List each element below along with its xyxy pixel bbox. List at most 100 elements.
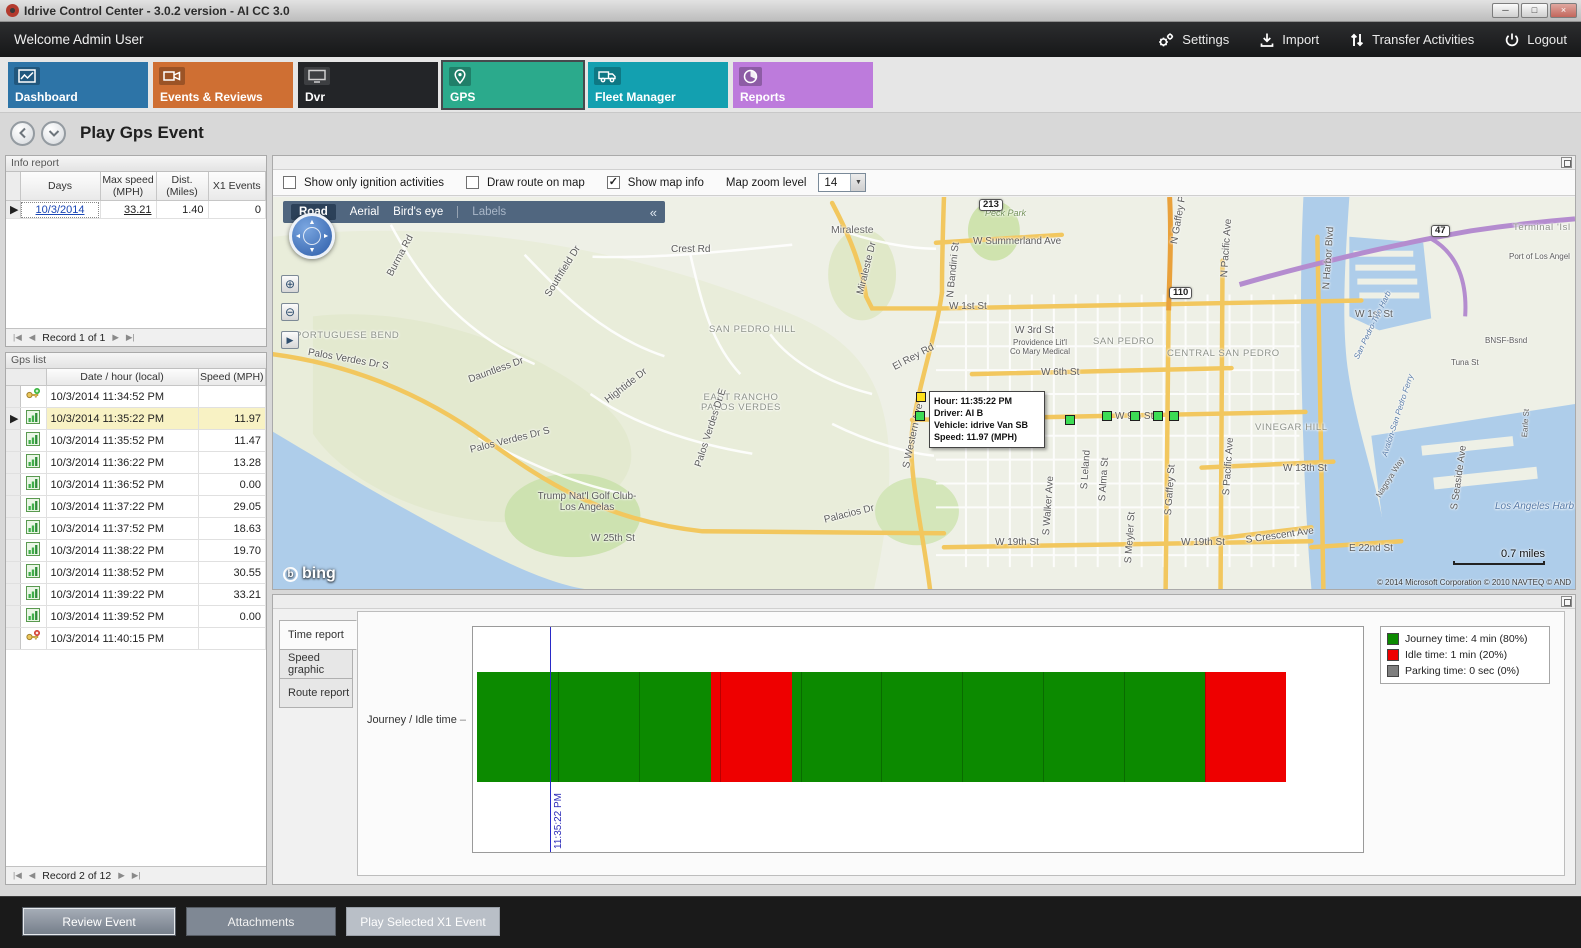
speed-cell: 29.05 [198, 496, 266, 518]
map-panel: Show only ignition activities Draw route… [272, 155, 1576, 590]
transfer-activities-button[interactable]: Transfer Activities [1349, 32, 1474, 48]
pan-down-icon[interactable]: ▲ [309, 246, 316, 253]
map-compass-control[interactable]: ▲ ▲ ▲ ▲ [289, 213, 335, 259]
column-header[interactable]: Speed (MPH) [198, 369, 266, 386]
row-indicator-header [6, 369, 46, 386]
logout-button[interactable]: Logout [1504, 32, 1567, 48]
tab-time-report[interactable]: Time report [279, 620, 357, 650]
tab-gps[interactable]: GPS [443, 62, 583, 108]
pager-first-button[interactable]: |◀ [13, 332, 22, 343]
table-row[interactable]: 10/3/2014 11:38:52 PM30.55 [6, 562, 266, 584]
gps-marker[interactable] [915, 411, 925, 421]
map-label: PORTUGUESE BEND [295, 331, 399, 341]
pager-next-button[interactable]: ▶ [118, 870, 125, 881]
date-cell: 10/3/2014 11:39:52 PM [46, 606, 198, 628]
tab-dashboard[interactable]: Dashboard [8, 62, 148, 108]
pan-right-icon[interactable]: ▲ [322, 233, 329, 240]
table-row[interactable]: 10/3/2014 11:35:52 PM11.47 [6, 430, 266, 452]
map-zoom-select[interactable]: 14 ▼ [818, 173, 866, 192]
video-camera-icon [159, 67, 185, 85]
pager-prev-button[interactable]: ◀ [29, 332, 36, 343]
column-header[interactable]: Date / hour (local) [46, 369, 198, 386]
zoom-in-button[interactable]: ⊕ [281, 275, 299, 293]
table-row[interactable]: ▶10/3/2014 11:35:22 PM11.97 [6, 408, 266, 430]
pager-last-button[interactable]: ▶| [126, 332, 135, 343]
tab-speed-graphic[interactable]: Speed graphic [279, 649, 353, 679]
collapse-down-button[interactable] [41, 121, 66, 146]
bar-sample-divider [962, 672, 963, 782]
table-row[interactable]: 10/3/2014 11:37:52 PM18.63 [6, 518, 266, 540]
column-header[interactable]: Days [20, 172, 100, 201]
map-label: W 19th St [995, 537, 1039, 548]
pager-next-button[interactable]: ▶ [112, 332, 119, 343]
tile-label: Reports [740, 90, 785, 104]
route-shield: 213 [979, 199, 1003, 211]
gps-marker[interactable] [1065, 415, 1075, 425]
day-link[interactable]: 10/3/2014 [20, 201, 100, 219]
gps-marker[interactable] [1169, 411, 1179, 421]
map-canvas[interactable]: MiralestePeck ParkW Summerland AveCrest … [273, 197, 1575, 589]
scale-bar [1453, 561, 1545, 565]
gps-marker[interactable] [1130, 411, 1140, 421]
back-button[interactable] [10, 121, 35, 146]
close-button[interactable]: × [1550, 3, 1577, 18]
row-indicator [6, 540, 20, 562]
pan-left-icon[interactable]: ▲ [295, 233, 302, 240]
tab-fleet-manager[interactable]: Fleet Manager [588, 62, 728, 108]
pager-text: Record 1 of 1 [42, 332, 105, 344]
gps-marker[interactable] [1153, 411, 1163, 421]
draw-route-checkbox[interactable] [466, 176, 479, 189]
attachments-button[interactable]: Attachments [186, 907, 336, 936]
pager-last-button[interactable]: ▶| [132, 870, 141, 881]
map-mode-aerial[interactable]: Aerial [350, 206, 379, 218]
import-button[interactable]: Import [1259, 32, 1319, 48]
map-mode-labels[interactable]: Labels [472, 206, 506, 218]
panel-collapse-button[interactable] [1561, 596, 1572, 607]
minimize-button[interactable]: ─ [1492, 3, 1519, 18]
chart-panel-strip [273, 595, 1575, 609]
selected-gps-marker[interactable] [916, 392, 926, 402]
panel-collapse-button[interactable] [1561, 157, 1572, 168]
column-header[interactable]: Max speed (MPH) [100, 172, 156, 201]
review-event-button[interactable]: Review Event [22, 907, 176, 936]
expand-panel-button[interactable]: ▶ [281, 331, 299, 349]
table-row[interactable]: 10/3/2014 11:37:22 PM29.05 [6, 496, 266, 518]
pager-first-button[interactable]: |◀ [13, 870, 22, 881]
column-header[interactable]: X1 Events [208, 172, 266, 201]
ignition-only-checkbox[interactable] [283, 176, 296, 189]
tile-label: GPS [450, 90, 475, 104]
speed-cell: 30.55 [198, 562, 266, 584]
gps-marker[interactable] [1102, 411, 1112, 421]
chart-cursor[interactable] [550, 627, 551, 852]
map-mode-birdseye[interactable]: Bird's eye [393, 206, 443, 218]
mode-bar-collapse-icon[interactable]: « [650, 205, 657, 220]
tab-events-reviews[interactable]: Events & Reviews [153, 62, 293, 108]
table-row[interactable]: ▶ 10/3/2014 33.21 1.40 0 [6, 201, 266, 219]
pan-up-icon[interactable]: ▲ [309, 219, 316, 226]
map-label: VINEGAR HILL [1255, 423, 1328, 433]
show-map-info-checkbox[interactable] [607, 176, 620, 189]
tile-label: Dashboard [15, 90, 78, 104]
truck-icon [594, 67, 621, 85]
column-header[interactable]: Dist. (Miles) [156, 172, 208, 201]
table-row[interactable]: 10/3/2014 11:36:22 PM13.28 [6, 452, 266, 474]
panel-caption: Gps list [6, 353, 266, 369]
settings-button[interactable]: Settings [1157, 32, 1229, 48]
table-row[interactable]: 10/3/2014 11:36:52 PM0.00 [6, 474, 266, 496]
table-row[interactable]: 10/3/2014 11:40:15 PM [6, 628, 266, 650]
table-row[interactable]: 10/3/2014 11:34:52 PM [6, 386, 266, 408]
row-indicator [6, 562, 20, 584]
pager-prev-button[interactable]: ◀ [29, 870, 36, 881]
date-cell: 10/3/2014 11:39:22 PM [46, 584, 198, 606]
table-row[interactable]: 10/3/2014 11:38:22 PM19.70 [6, 540, 266, 562]
table-row[interactable]: 10/3/2014 11:39:52 PM0.00 [6, 606, 266, 628]
speed-cell: 0.00 [198, 474, 266, 496]
table-row[interactable]: 10/3/2014 11:39:22 PM33.21 [6, 584, 266, 606]
tab-reports[interactable]: Reports [733, 62, 873, 108]
play-selected-x1-event-button[interactable]: Play Selected X1 Event [346, 907, 500, 936]
tab-route-report[interactable]: Route report [279, 678, 353, 708]
maximize-button[interactable]: □ [1521, 3, 1548, 18]
x1-events-cell: 0 [208, 201, 266, 219]
tab-dvr[interactable]: Dvr [298, 62, 438, 108]
zoom-out-button[interactable]: ⊖ [281, 303, 299, 321]
